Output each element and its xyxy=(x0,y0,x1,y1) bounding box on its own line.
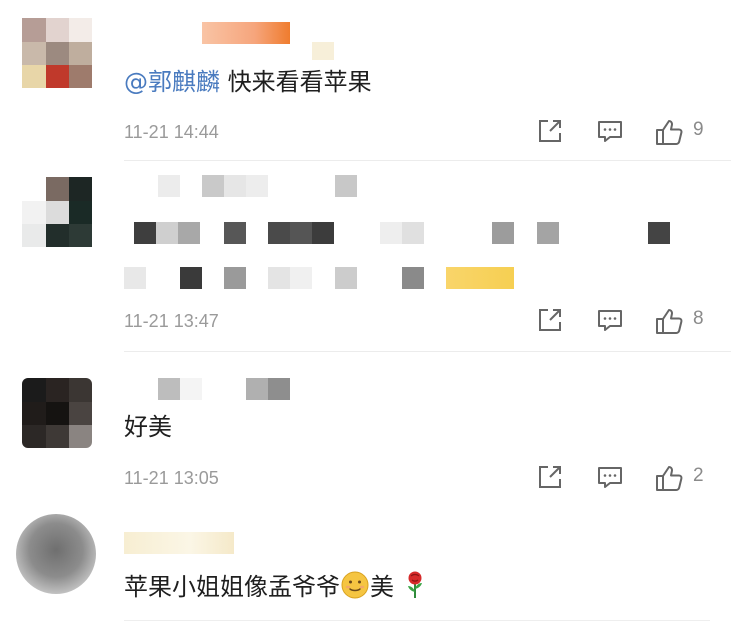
thumbs-up-icon[interactable] xyxy=(654,117,684,147)
blur-block xyxy=(335,267,357,289)
thumbs-up-icon[interactable] xyxy=(654,463,684,493)
blur-block xyxy=(492,222,514,244)
comment-icon[interactable] xyxy=(596,306,624,336)
blur-block xyxy=(290,267,312,289)
avatar[interactable] xyxy=(16,514,96,594)
action-bar: 2 xyxy=(536,463,716,493)
blur-block xyxy=(290,222,312,244)
badge-blurred xyxy=(312,42,334,60)
action-bar: 9 xyxy=(536,117,716,147)
avatar[interactable] xyxy=(22,177,92,247)
share-icon[interactable] xyxy=(536,463,564,493)
blur-block xyxy=(246,378,268,400)
comment-icon[interactable] xyxy=(596,463,624,493)
rose-icon xyxy=(402,570,428,607)
blur-block xyxy=(402,222,424,244)
username-blurred[interactable] xyxy=(158,175,180,197)
timestamp: 11-21 14:44 xyxy=(124,122,219,142)
blur-block xyxy=(380,222,402,244)
username-blurred[interactable] xyxy=(202,22,290,44)
comment-body: 快来看看苹果 xyxy=(220,68,372,96)
avatar[interactable] xyxy=(22,18,92,88)
highlight-blurred xyxy=(446,267,514,289)
blur-block xyxy=(268,267,290,289)
blur-block xyxy=(202,175,224,197)
comment-body: 好美 xyxy=(124,413,172,441)
blur-block xyxy=(224,267,246,289)
comment-item-4: 苹果小姐姐像孟爷爷 美 xyxy=(0,504,731,625)
comment-body-tail: 美 xyxy=(370,573,394,601)
like-count: 8 xyxy=(693,308,704,329)
action-bar: 8 xyxy=(536,306,716,336)
share-icon[interactable] xyxy=(536,306,564,336)
avatar[interactable] xyxy=(22,378,92,448)
blur-block xyxy=(224,222,246,244)
blur-block xyxy=(268,378,290,400)
comment-item-3: 好美 11-21 13:05 2 xyxy=(0,352,731,504)
share-icon[interactable] xyxy=(536,117,564,147)
blur-block xyxy=(335,175,357,197)
blur-block xyxy=(246,175,268,197)
blur-block xyxy=(312,222,334,244)
username-blurred[interactable] xyxy=(124,532,234,554)
username-blurred[interactable] xyxy=(158,378,180,400)
divider xyxy=(124,620,710,621)
blur-block xyxy=(124,267,146,289)
blur-block xyxy=(402,267,424,289)
blur-block xyxy=(134,222,156,244)
timestamp: 11-21 13:05 xyxy=(124,468,219,488)
blur-block xyxy=(224,175,246,197)
comment-text: 苹果小姐姐像孟爷爷 美 xyxy=(124,570,428,607)
like-count: 9 xyxy=(693,119,704,140)
like-count: 2 xyxy=(693,465,704,486)
blur-block xyxy=(648,222,670,244)
blur-block xyxy=(268,222,290,244)
thumbs-up-icon[interactable] xyxy=(654,306,684,336)
mention-link[interactable]: @郭麒麟 xyxy=(124,68,220,96)
blur-block xyxy=(537,222,559,244)
blur-block xyxy=(178,222,200,244)
blur-block xyxy=(156,222,178,244)
blur-block xyxy=(180,378,202,400)
comment-item-2: 11-21 13:47 8 xyxy=(0,161,731,352)
comment-item-1: @郭麒麟 快来看看苹果 11-21 14:44 9 xyxy=(0,0,731,161)
comment-body: 苹果小姐姐像孟爷爷 xyxy=(124,573,340,601)
blur-block xyxy=(180,267,202,289)
comment-icon[interactable] xyxy=(596,117,624,147)
timestamp: 11-21 13:47 xyxy=(124,311,219,331)
smiling-face-icon xyxy=(340,570,370,607)
comment-text: @郭麒麟 快来看看苹果 xyxy=(124,67,372,97)
